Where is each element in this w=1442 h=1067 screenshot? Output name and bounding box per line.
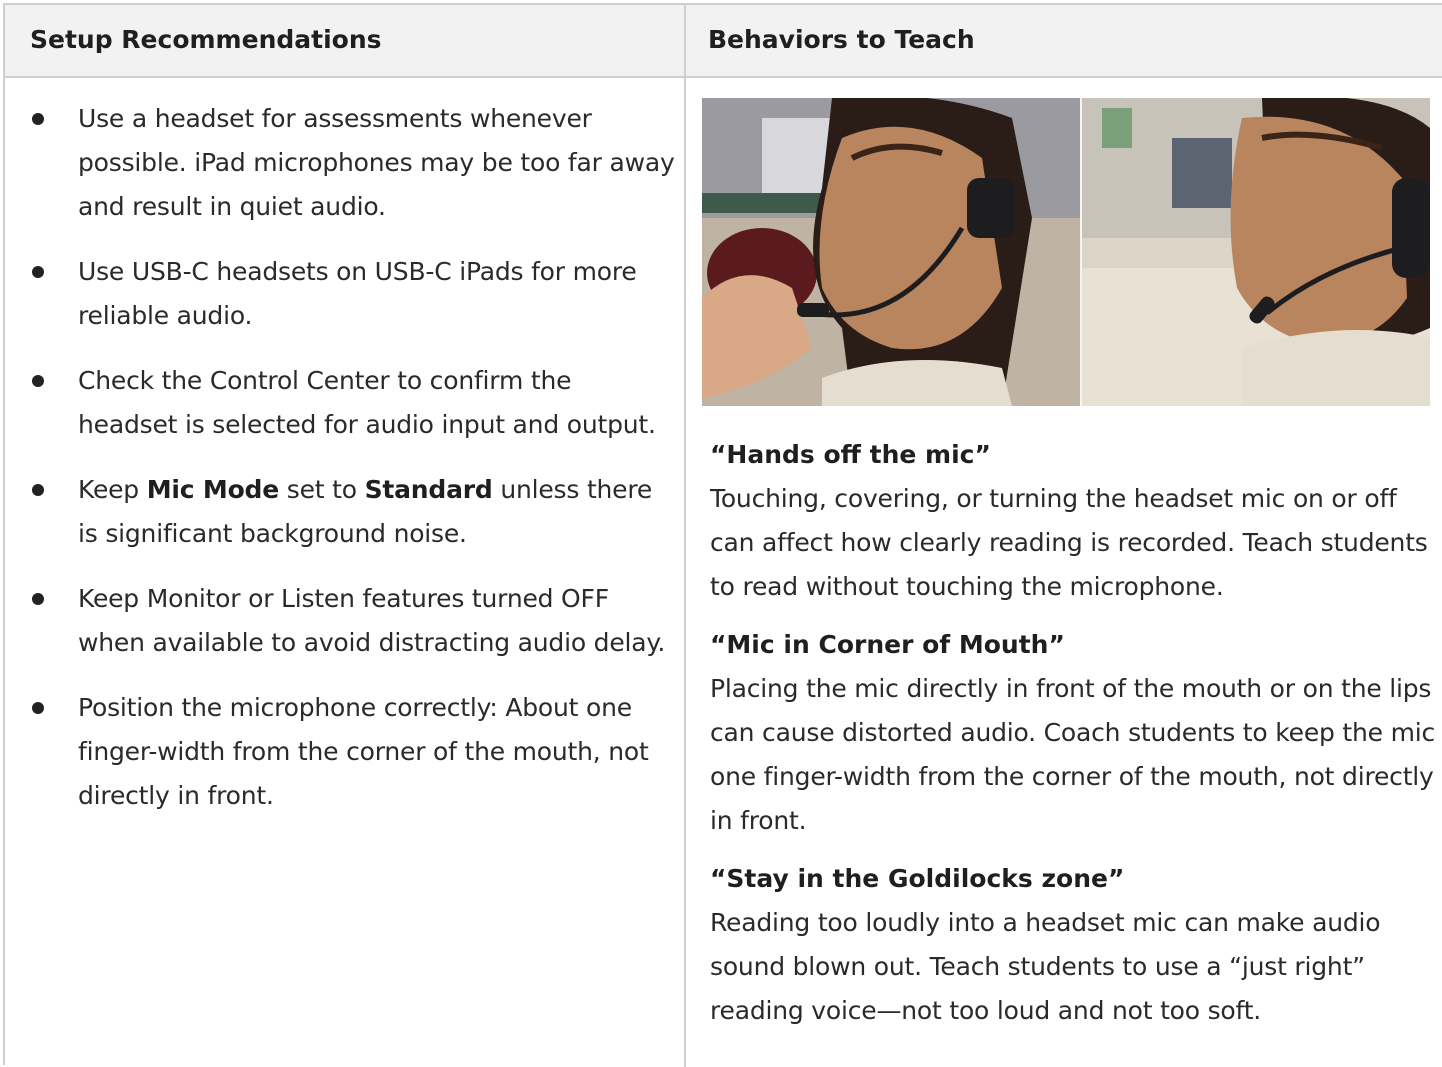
behavior-title: “Stay in the Goldilocks zone”: [710, 864, 1125, 893]
table-header-row: Setup Recommendations Behaviors to Teach: [5, 5, 1442, 78]
behavior-item: “Mic in Corner of Mouth” Placing the mic…: [710, 623, 1440, 843]
list-item: Use a headset for assessments whenever p…: [5, 97, 675, 229]
student-headset-photo: [702, 98, 1430, 406]
list-item-text: Keep Monitor or Listen features turned O…: [78, 584, 666, 657]
bullet-icon: [32, 593, 44, 605]
behavior-body: Placing the mic directly in front of the…: [710, 674, 1436, 835]
photo-illustration: [702, 98, 1430, 406]
list-item-text: Use a headset for assessments whenever p…: [78, 104, 675, 221]
header-setup-recommendations: Setup Recommendations: [30, 25, 382, 54]
list-item-text: Use USB-C headsets on USB-C iPads for mo…: [78, 257, 637, 330]
list-item-text: Check the Control Center to confirm the …: [78, 366, 656, 439]
list-item: Use USB-C headsets on USB-C iPads for mo…: [5, 250, 675, 338]
list-item-text-mid: set to: [279, 475, 365, 504]
bullet-icon: [32, 484, 44, 496]
header-behaviors-to-teach: Behaviors to Teach: [708, 25, 975, 54]
bullet-icon: [32, 702, 44, 714]
list-item: Check the Control Center to confirm the …: [5, 359, 675, 447]
bullet-icon: [32, 113, 44, 125]
behavior-title: “Mic in Corner of Mouth”: [710, 630, 1065, 659]
bullet-icon: [32, 375, 44, 387]
behavior-item: “Stay in the Goldilocks zone” Reading to…: [710, 857, 1440, 1033]
recommendations-table: Setup Recommendations Behaviors to Teach…: [3, 3, 1442, 1067]
list-item-text-pre: Keep: [78, 475, 147, 504]
behaviors-section: “Hands off the mic” Touching, covering, …: [710, 433, 1440, 1047]
behavior-title: “Hands off the mic”: [710, 440, 991, 469]
list-item: Keep Monitor or Listen features turned O…: [5, 577, 675, 665]
mic-mode-label: Mic Mode: [146, 475, 280, 504]
behavior-body: Touching, covering, or turning the heads…: [710, 484, 1428, 601]
list-item: Keep Mic Mode set to Standard unless the…: [5, 468, 675, 556]
setup-recommendations-list: Use a headset for assessments whenever p…: [5, 97, 675, 839]
standard-label: Standard: [364, 475, 493, 504]
column-divider: [684, 5, 686, 1067]
bullet-icon: [32, 266, 44, 278]
behavior-body: Reading too loudly into a headset mic ca…: [710, 908, 1381, 1025]
list-item-text: Position the microphone correctly: About…: [78, 693, 649, 810]
list-item: Position the microphone correctly: About…: [5, 686, 675, 818]
behavior-item: “Hands off the mic” Touching, covering, …: [710, 433, 1440, 609]
